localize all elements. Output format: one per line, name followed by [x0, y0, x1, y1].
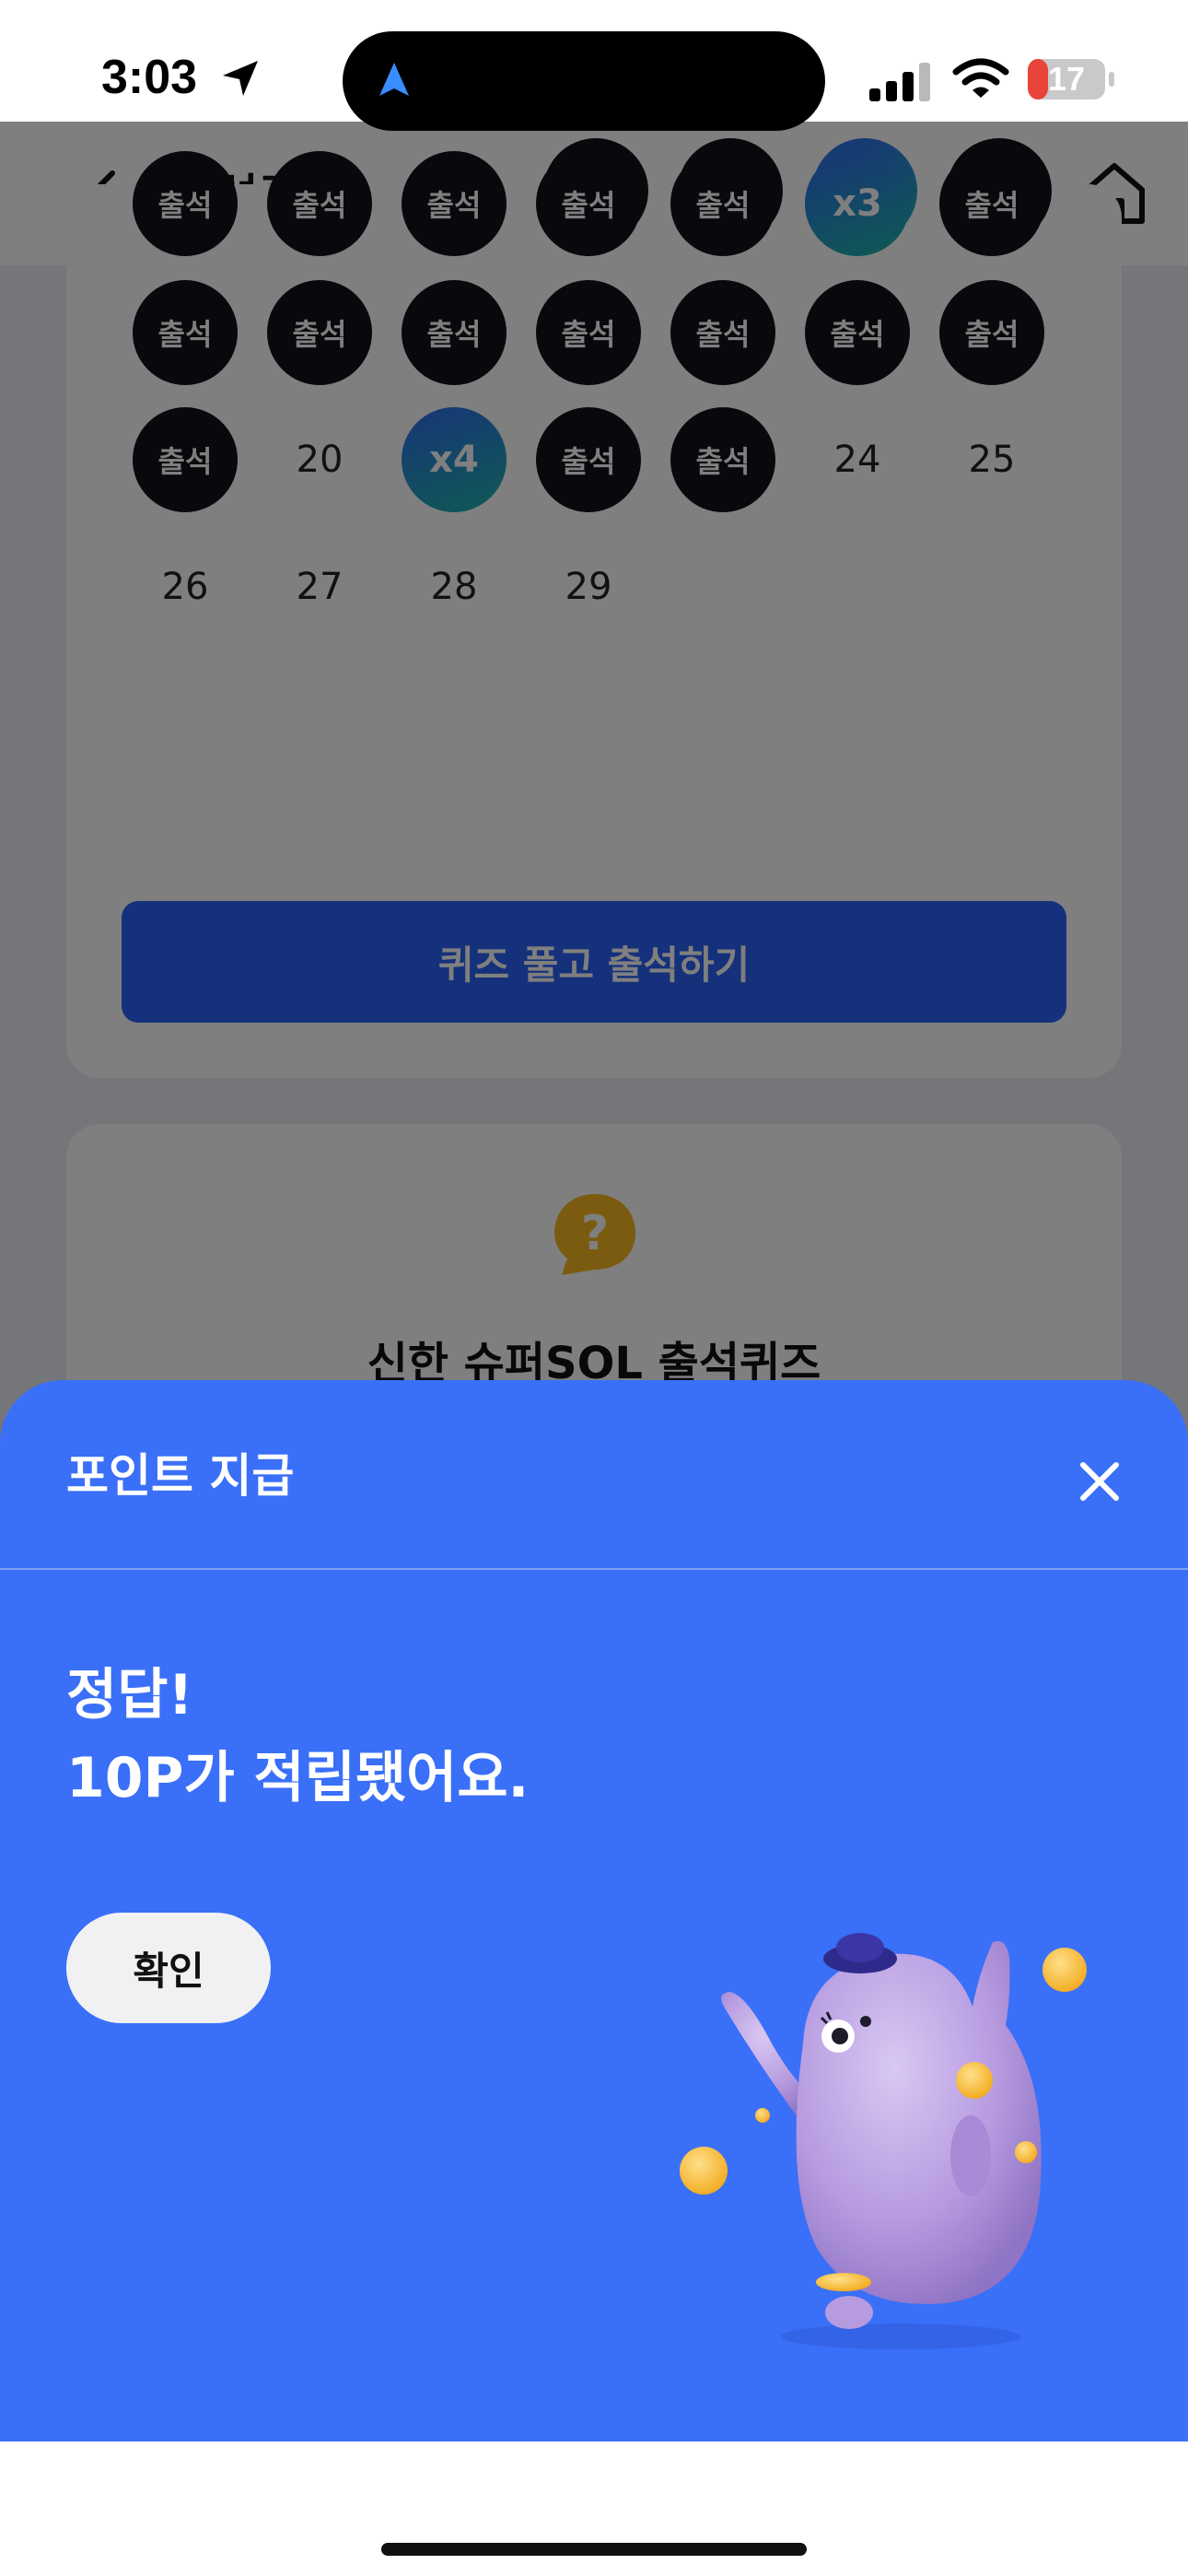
status-bar: 3:03 17 [0, 0, 1188, 131]
sheet-divider [0, 1568, 1188, 1570]
cellular-signal-icon [869, 63, 930, 101]
result-message-points: 10P가 적립됐어요. [66, 1746, 530, 1810]
mascot-illustration [680, 1933, 1087, 2349]
home-indicator-area [0, 2441, 1188, 2576]
wifi-icon [952, 58, 1009, 98]
sheet-title: 포인트 지급 [66, 1449, 295, 1503]
dynamic-island [343, 31, 825, 131]
status-time: 3:03 [101, 51, 198, 104]
navigation-icon [379, 63, 409, 96]
result-message-title: 정답! [66, 1663, 193, 1727]
location-arrow-icon [223, 61, 258, 96]
home-indicator[interactable] [381, 2543, 807, 2556]
point-reward-sheet: 포인트 지급 정답! 10P가 적립됐어요. 확인 [0, 1380, 1188, 2441]
confirm-button[interactable]: 확인 [66, 1913, 271, 2023]
battery-level: 17 [1047, 60, 1086, 98]
screen: 출석퀴즈 출석출석출석출석출석x3출석출석출석출석출석출석출석출석출석20x4출… [0, 0, 1188, 2576]
close-icon [1080, 1462, 1119, 1501]
close-button[interactable] [1070, 1452, 1129, 1511]
